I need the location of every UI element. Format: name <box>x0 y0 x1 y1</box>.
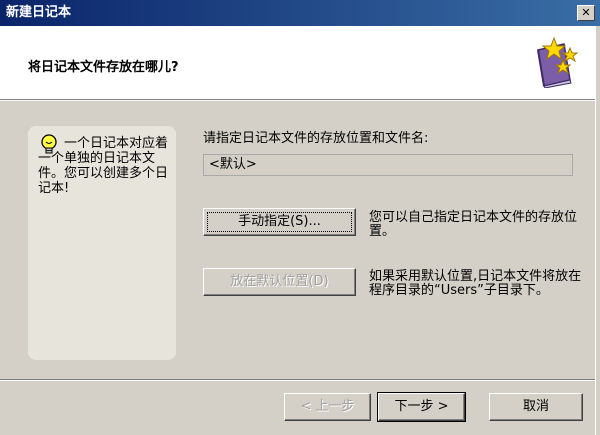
footer-divider <box>0 379 600 381</box>
wizard-header: 将日记本文件存放在哪儿? <box>0 26 600 99</box>
location-field: <默认> <box>203 154 573 176</box>
page-title: 将日记本文件存放在哪儿? <box>28 60 179 75</box>
close-button[interactable]: ✕ <box>577 5 595 21</box>
cancel-button[interactable]: 取消 <box>489 393 583 421</box>
location-label: 请指定日记本文件的存放位置和文件名: <box>203 131 429 146</box>
close-icon: ✕ <box>581 6 591 19</box>
header-divider <box>0 99 600 101</box>
tip-text: 一个日记本对应着一个单独的日记本文件。您可以创建多个日记本! <box>38 136 169 196</box>
title-bar[interactable]: 新建日记本 ✕ <box>0 0 600 26</box>
default-location-button[interactable]: 放在默认位置(D) <box>203 268 356 296</box>
star-book-icon <box>537 36 579 88</box>
window-border <box>595 26 600 435</box>
tip-panel: 一个日记本对应着一个单独的日记本文件。您可以创建多个日记本! <box>28 126 176 360</box>
manual-description: 您可以自己指定日记本文件的存放位置。 <box>369 210 578 239</box>
next-button[interactable]: 下一步 > <box>377 392 466 422</box>
back-button[interactable]: < 上一步 <box>284 393 371 421</box>
window-title: 新建日记本 <box>6 5 72 20</box>
default-location-description: 如果采用默认位置,日记本文件将放在程序目录的“Users”子目录下。 <box>369 269 582 298</box>
manual-specify-button[interactable]: 手动指定(S)... <box>203 208 356 236</box>
